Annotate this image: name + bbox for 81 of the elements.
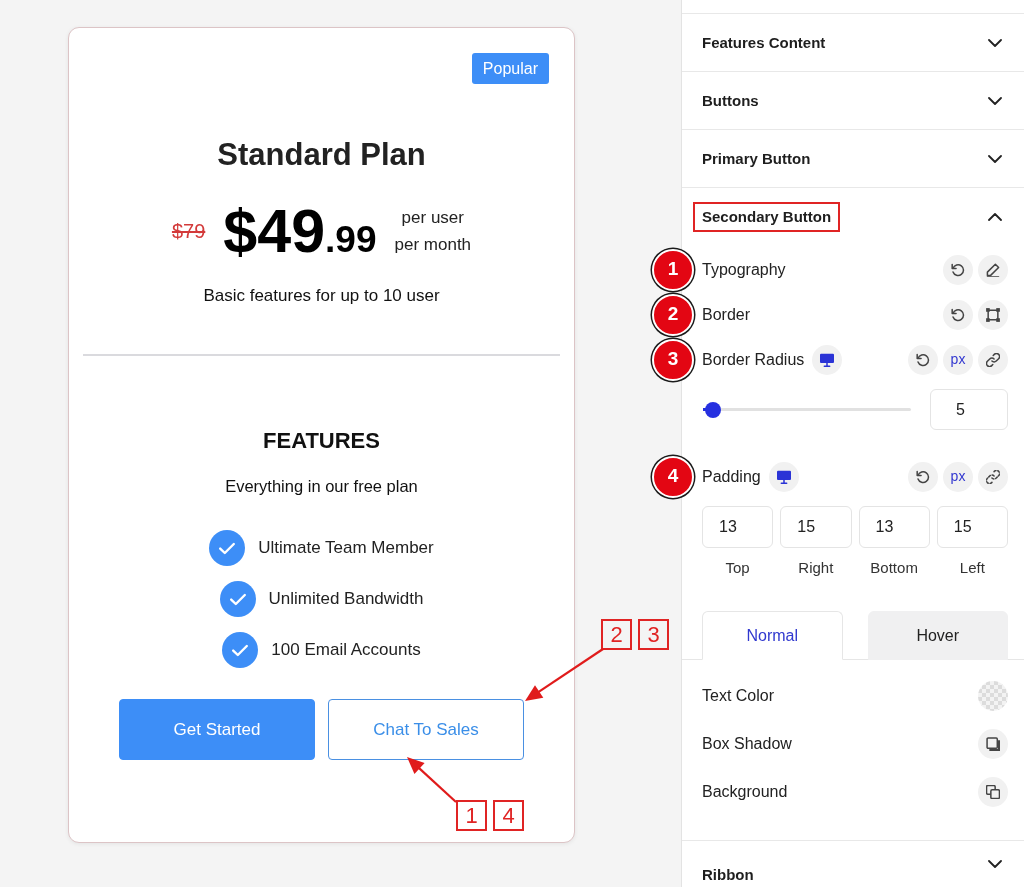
section-title[interactable]: Buttons: [693, 85, 768, 116]
value-field[interactable]: 5: [930, 389, 1008, 430]
monitor-icon: [820, 352, 835, 367]
billing-period: per month: [394, 234, 472, 256]
reset-button[interactable]: [943, 254, 973, 285]
chevron-down-icon[interactable]: [988, 860, 1002, 868]
field-label: Left: [959, 559, 985, 576]
shadow-button[interactable]: [978, 729, 1008, 759]
plan-title: Standard Plan: [217, 136, 426, 173]
unlink-button[interactable]: [978, 461, 1008, 492]
features-heading: FEATURES: [263, 428, 380, 454]
popular-badge: Popular: [471, 53, 549, 84]
callout-arrow: [407, 757, 457, 803]
border-icon: [986, 307, 1000, 322]
chevron-down-icon[interactable]: [988, 154, 1002, 163]
step-marker: 4: [652, 455, 694, 498]
padding-field[interactable]: 15: [780, 506, 852, 548]
old-price: $79: [171, 219, 206, 244]
device-button[interactable]: [812, 344, 843, 375]
link-button[interactable]: [978, 344, 1008, 375]
option-label: Box Shadow: [702, 734, 792, 754]
edit-button[interactable]: [978, 254, 1008, 285]
control-label: Border: [702, 304, 751, 325]
section-title[interactable]: Ribbon: [693, 860, 763, 887]
callout-label: 2: [601, 619, 632, 650]
chevron-up-icon[interactable]: [988, 212, 1002, 221]
reset-button[interactable]: [908, 344, 938, 375]
padding-field[interactable]: 15: [936, 506, 1008, 548]
check-circle-icon: [219, 581, 256, 617]
overlapping-squares-icon: [986, 785, 1000, 799]
chevron-down-icon[interactable]: [988, 96, 1002, 105]
padding-field[interactable]: 13: [702, 506, 774, 548]
reset-icon: [951, 307, 965, 322]
plan-description: Basic features for up to 10 user: [203, 286, 440, 306]
step-marker: 1: [652, 248, 694, 291]
option-label: Text Color: [702, 686, 775, 706]
callout-label: 4: [493, 800, 524, 831]
field-label: Right: [798, 559, 834, 576]
control-label: Border Radius: [702, 349, 805, 370]
billing-period: per user: [401, 207, 464, 229]
chevron-down-icon[interactable]: [988, 38, 1002, 47]
reset-button[interactable]: [943, 299, 973, 330]
slider-thumb[interactable]: [705, 401, 722, 418]
section-title[interactable]: Primary Button: [693, 143, 820, 174]
reset-icon: [916, 352, 930, 367]
callout-label: 3: [638, 619, 669, 650]
field-label: Top: [725, 559, 750, 576]
step-marker: 3: [652, 338, 694, 381]
transparent-swatch-icon[interactable]: [978, 681, 1008, 711]
feature-text: Ultimate Team Member: [258, 537, 434, 560]
border-button[interactable]: [978, 299, 1008, 330]
option-label: Background: [702, 782, 788, 802]
state-tab[interactable]: Hover: [867, 611, 1008, 660]
reset-icon: [951, 262, 965, 277]
unlink-icon: [986, 469, 1000, 484]
step-marker: 2: [652, 293, 694, 336]
control-label: Typography: [702, 259, 786, 280]
check-circle-icon: [222, 632, 259, 668]
monitor-icon: [776, 469, 791, 484]
unit-button[interactable]: px: [943, 461, 973, 492]
pencil-icon: [986, 262, 1000, 277]
padding-field[interactable]: 13: [858, 506, 930, 548]
state-tab[interactable]: Normal: [702, 611, 843, 660]
background-button[interactable]: [978, 777, 1008, 807]
feature-text: Unlimited Bandwidth: [268, 588, 424, 611]
features-subheading: Everything in our free plan: [225, 476, 418, 496]
control-label: Padding: [702, 466, 761, 487]
callout-label: 1: [456, 800, 487, 831]
device-button[interactable]: [768, 461, 799, 492]
check-circle-icon: [209, 530, 246, 566]
section-title[interactable]: Features Content: [693, 27, 835, 58]
unit-button[interactable]: px: [943, 344, 973, 375]
shadow-icon: [986, 737, 1000, 751]
link-icon: [986, 352, 1000, 367]
slider-track[interactable]: [703, 401, 911, 418]
section-title[interactable]: Secondary Button: [693, 201, 841, 232]
field-label: Bottom: [870, 559, 918, 576]
price: $49.99: [223, 200, 377, 262]
reset-button[interactable]: [908, 461, 938, 492]
feature-text: 100 Email Accounts: [271, 639, 421, 662]
reset-icon: [916, 469, 930, 484]
